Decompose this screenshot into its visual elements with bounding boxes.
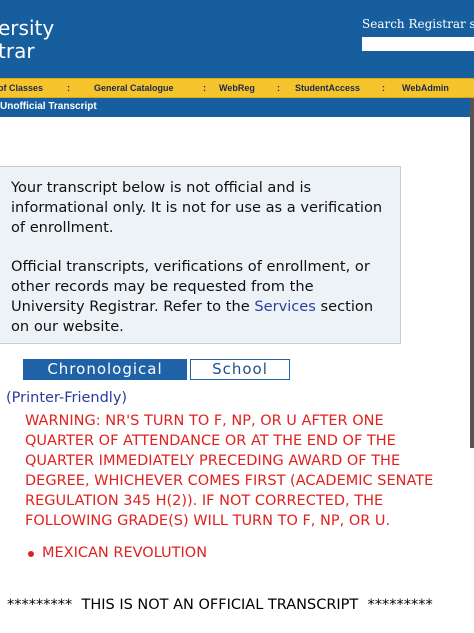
nav-separator: : — [203, 83, 206, 93]
nav-item-schedule-of-classes[interactable]: of Classes — [0, 82, 43, 94]
warning-line: WARNING: NR'S TURN TO F, NP, OR U AFTER … — [25, 413, 384, 429]
tab-chronological[interactable]: Chronological — [23, 359, 187, 380]
services-link[interactable]: Services — [254, 298, 316, 315]
course-list-item: MEXICAN REVOLUTION — [42, 545, 208, 561]
warning-message: WARNING: NR'S TURN TO F, NP, OR U AFTER … — [25, 411, 472, 531]
bullet-icon — [28, 551, 34, 557]
page-title-bar: Unofficial Transcript — [0, 98, 474, 117]
nav-item-webadmin[interactable]: WebAdmin — [402, 82, 449, 94]
warning-line: DEGREE, WHICHEVER COMES FIRST (ACADEMIC … — [25, 473, 434, 489]
notice-paragraph-2: Official transcripts, verifications of e… — [11, 257, 390, 336]
transcript-notice: Your transcript below is not official an… — [0, 166, 401, 344]
nav-item-webreg[interactable]: WebReg — [219, 82, 255, 94]
warning-line: REGULATION 345 H(2)). IF NOT CORRECTED, … — [25, 493, 384, 509]
logo-line-1: ersity — [0, 16, 55, 40]
warning-line: FOLLOWING GRADE(S) WILL TURN TO F, NP, O… — [25, 513, 391, 529]
university-logo[interactable]: ersity trar — [0, 17, 54, 63]
vertical-divider — [470, 98, 474, 448]
search-input[interactable] — [362, 37, 474, 51]
logo-line-2: trar — [0, 39, 35, 63]
printer-friendly-link[interactable]: (Printer-Friendly) — [6, 390, 127, 406]
tab-school[interactable]: School — [190, 359, 290, 380]
notice-paragraph-1: Your transcript below is not official an… — [11, 179, 383, 236]
nav-separator: : — [382, 83, 385, 93]
page-title: Unofficial Transcript — [0, 101, 97, 112]
nav-item-studentaccess[interactable]: StudentAccess — [295, 82, 360, 94]
site-header: ersity trar Search Registrar site: — [0, 0, 474, 78]
nav-separator: : — [277, 83, 280, 93]
search-label: Search Registrar site: — [362, 17, 474, 31]
nav-bar: of Classes : General Catalogue : WebReg … — [0, 78, 474, 98]
unofficial-footer: ********* THIS IS NOT AN OFFICIAL TRANSC… — [7, 597, 433, 613]
warning-line: QUARTER OF ATTENDANCE OR AT THE END OF T… — [25, 433, 396, 449]
warning-line: QUARTER IMMEDIATELY PRECEDING AWARD OF T… — [25, 453, 401, 469]
nav-separator: : — [67, 83, 70, 93]
nav-item-general-catalogue[interactable]: General Catalogue — [94, 82, 174, 94]
